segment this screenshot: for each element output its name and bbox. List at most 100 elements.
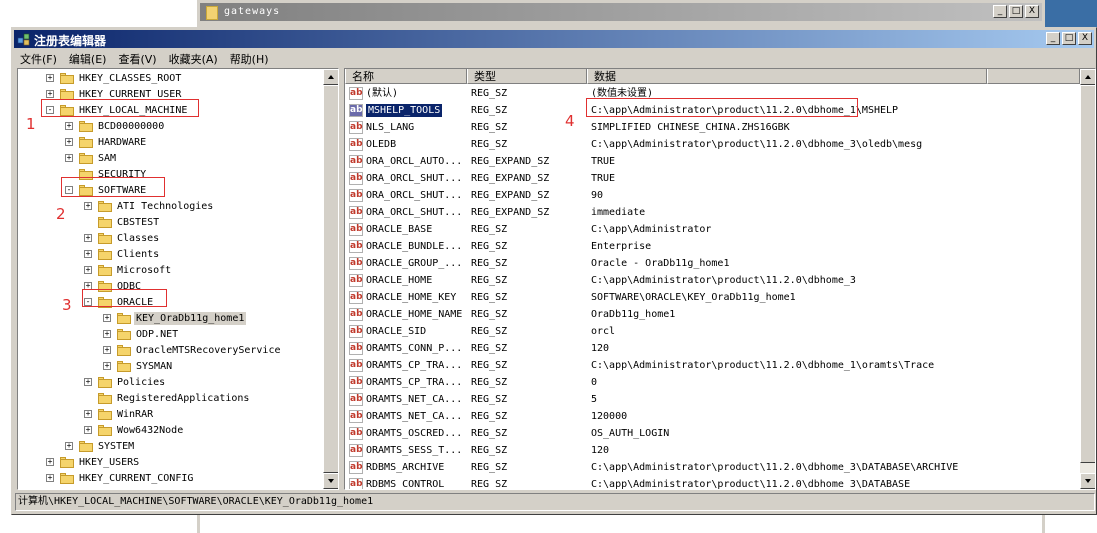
tree-node-label[interactable]: Classes	[115, 232, 161, 245]
value-name[interactable]: ORAMTS_CP_TRA...	[366, 376, 462, 389]
tree-node[interactable]: + Microsoft	[18, 263, 318, 279]
value-row[interactable]: ab OLEDB REG_SZ C:\app\Administrator\produc…	[345, 136, 1080, 153]
expand-toggle[interactable]: +	[103, 362, 111, 370]
expand-toggle[interactable]: +	[84, 250, 92, 258]
expand-toggle[interactable]: +	[46, 458, 54, 466]
tree-node[interactable]: RegisteredApplications	[18, 391, 318, 407]
expand-toggle[interactable]: +	[65, 154, 73, 162]
menu-view[interactable]: 查看(V)	[112, 49, 162, 67]
minimize-button[interactable]: _	[993, 5, 1007, 18]
tree-node[interactable]: + Classes	[18, 231, 318, 247]
tree-node-label[interactable]: HKEY_USERS	[77, 456, 141, 469]
tree-node-label[interactable]: HKEY_CURRENT_CONFIG	[77, 472, 195, 485]
tree-node-label[interactable]: HARDWARE	[96, 136, 148, 149]
expand-toggle[interactable]: +	[103, 314, 111, 322]
tree-node[interactable]: + ODBC	[18, 279, 318, 295]
tree-node[interactable]: + HKEY_USERS	[18, 455, 318, 471]
tree-node-label[interactable]: ODP.NET	[134, 328, 180, 341]
value-name[interactable]: ORA_ORCL_SHUT...	[366, 172, 462, 185]
column-header-data[interactable]: 数据	[587, 69, 987, 84]
expand-toggle[interactable]: +	[46, 74, 54, 82]
scroll-thumb[interactable]	[323, 85, 338, 473]
tree-node-label[interactable]: Microsoft	[115, 264, 173, 277]
value-row[interactable]: ab ORAMTS_NET_CA... REG_SZ 5	[345, 391, 1080, 408]
value-row[interactable]: ab ORACLE_SID REG_SZ orcl	[345, 323, 1080, 340]
value-name[interactable]: RDBMS_ARCHIVE	[366, 461, 444, 474]
value-row[interactable]: ab ORA_ORCL_SHUT... REG_EXPAND_SZ immediate	[345, 204, 1080, 221]
menu-favorites[interactable]: 收藏夹(A)	[163, 49, 224, 67]
value-row[interactable]: ab ORACLE_HOME REG_SZ C:\app\Administrator\…	[345, 272, 1080, 289]
value-row[interactable]: ab ORAMTS_SESS_T... REG_SZ 120	[345, 442, 1080, 459]
value-name[interactable]: ORAMTS_NET_CA...	[366, 410, 462, 423]
scroll-down-button[interactable]	[1080, 473, 1095, 489]
value-name[interactable]: ORAMTS_CONN_P...	[366, 342, 462, 355]
minimize-button[interactable]: _	[1046, 32, 1060, 45]
background-window-titlebar[interactable]: gateways _ □ X	[200, 3, 1042, 21]
value-name[interactable]: ORAMTS_CP_TRA...	[366, 359, 462, 372]
expand-toggle[interactable]: +	[84, 410, 92, 418]
tree-node[interactable]: + WinRAR	[18, 407, 318, 423]
value-name[interactable]: ORACLE_HOME	[366, 274, 432, 287]
maximize-button[interactable]: □	[1062, 32, 1076, 45]
value-name[interactable]: ORACLE_BUNDLE...	[366, 240, 462, 253]
scroll-up-button[interactable]	[323, 69, 338, 85]
value-row[interactable]: ab ORAMTS_CP_TRA... REG_SZ 0	[345, 374, 1080, 391]
tree-node[interactable]: + SAM	[18, 151, 318, 167]
value-name[interactable]: ORAMTS_SESS_T...	[366, 444, 462, 457]
expand-toggle[interactable]: +	[84, 234, 92, 242]
column-header-type[interactable]: 类型	[467, 69, 587, 84]
column-header-name[interactable]: 名称	[345, 69, 467, 84]
expand-toggle[interactable]: +	[46, 474, 54, 482]
tree-node[interactable]: + HKEY_CURRENT_CONFIG	[18, 471, 318, 487]
value-row[interactable]: ab ORAMTS_OSCRED... REG_SZ OS_AUTH_LOGIN	[345, 425, 1080, 442]
value-row[interactable]: ab ORACLE_GROUP_... REG_SZ Oracle - OraDb11…	[345, 255, 1080, 272]
list-vertical-scrollbar[interactable]	[1080, 69, 1095, 489]
expand-toggle[interactable]: +	[84, 426, 92, 434]
menu-help[interactable]: 帮助(H)	[224, 49, 275, 67]
tree-node-label[interactable]: CBSTEST	[115, 216, 161, 229]
value-row[interactable]: ab ORA_ORCL_AUTO... REG_EXPAND_SZ TRUE	[345, 153, 1080, 170]
tree-node[interactable]: + SYSMAN	[18, 359, 318, 375]
registry-tree[interactable]: + HKEY_CLASSES_ROOT + HKEY_CURRENT_USER - HKE…	[17, 68, 339, 490]
values-list[interactable]: 名称 类型 数据 ab (默认) REG_SZ (数值未设置) ab MSHELP_TOO…	[344, 68, 1096, 490]
expand-toggle[interactable]: +	[84, 378, 92, 386]
value-name[interactable]: ORA_ORCL_SHUT...	[366, 206, 462, 219]
value-name[interactable]: ORACLE_HOME_NAME	[366, 308, 462, 321]
tree-node-label[interactable]: Policies	[115, 376, 167, 389]
value-name[interactable]: (默认)	[366, 87, 398, 100]
expand-toggle[interactable]: +	[65, 122, 73, 130]
value-name[interactable]: ORACLE_GROUP_...	[366, 257, 462, 270]
value-row[interactable]: ab RDBMS_CONTROL REG_SZ C:\app\Administrato…	[345, 476, 1080, 489]
expand-toggle[interactable]: +	[65, 138, 73, 146]
value-name[interactable]: ORACLE_SID	[366, 325, 426, 338]
close-button[interactable]: X	[1025, 5, 1039, 18]
expand-toggle[interactable]: +	[103, 330, 111, 338]
value-name[interactable]: NLS_LANG	[366, 121, 414, 134]
expand-toggle[interactable]: +	[103, 346, 111, 354]
value-row[interactable]: ab ORACLE_BUNDLE... REG_SZ Enterprise	[345, 238, 1080, 255]
tree-node-label[interactable]: WinRAR	[115, 408, 155, 421]
value-row[interactable]: ab ORA_ORCL_SHUT... REG_EXPAND_SZ TRUE	[345, 170, 1080, 187]
tree-node-label[interactable]: Clients	[115, 248, 161, 261]
tree-node[interactable]: + Wow6432Node	[18, 423, 318, 439]
expand-toggle[interactable]: +	[46, 90, 54, 98]
tree-node[interactable]: + HKEY_CLASSES_ROOT	[18, 71, 318, 87]
menu-file[interactable]: 文件(F)	[14, 49, 63, 67]
maximize-button[interactable]: □	[1009, 5, 1023, 18]
value-row[interactable]: ab ORACLE_HOME_NAME REG_SZ OraDb11g_home1	[345, 306, 1080, 323]
value-name[interactable]: ORA_ORCL_SHUT...	[366, 189, 462, 202]
tree-node[interactable]: + ODP.NET	[18, 327, 318, 343]
tree-node[interactable]: + HARDWARE	[18, 135, 318, 151]
value-name[interactable]: ORACLE_HOME_KEY	[366, 291, 456, 304]
value-name[interactable]: OLEDB	[366, 138, 396, 151]
tree-node-label[interactable]: SYSMAN	[134, 360, 174, 373]
tree-node[interactable]: + OracleMTSRecoveryService	[18, 343, 318, 359]
tree-node[interactable]: + Policies	[18, 375, 318, 391]
value-row[interactable]: ab ORACLE_HOME_KEY REG_SZ SOFTWARE\ORACLE\K…	[345, 289, 1080, 306]
tree-node-label[interactable]: OracleMTSRecoveryService	[134, 344, 283, 357]
value-row[interactable]: ab NLS_LANG REG_SZ SIMPLIFIED CHINESE_CHINA…	[345, 119, 1080, 136]
tree-node-label[interactable]: ATI Technologies	[115, 200, 215, 213]
value-name[interactable]: ORAMTS_OSCRED...	[366, 427, 462, 440]
tree-node-label[interactable]: Wow6432Node	[115, 424, 185, 437]
value-name[interactable]: MSHELP_TOOLS	[366, 104, 443, 117]
